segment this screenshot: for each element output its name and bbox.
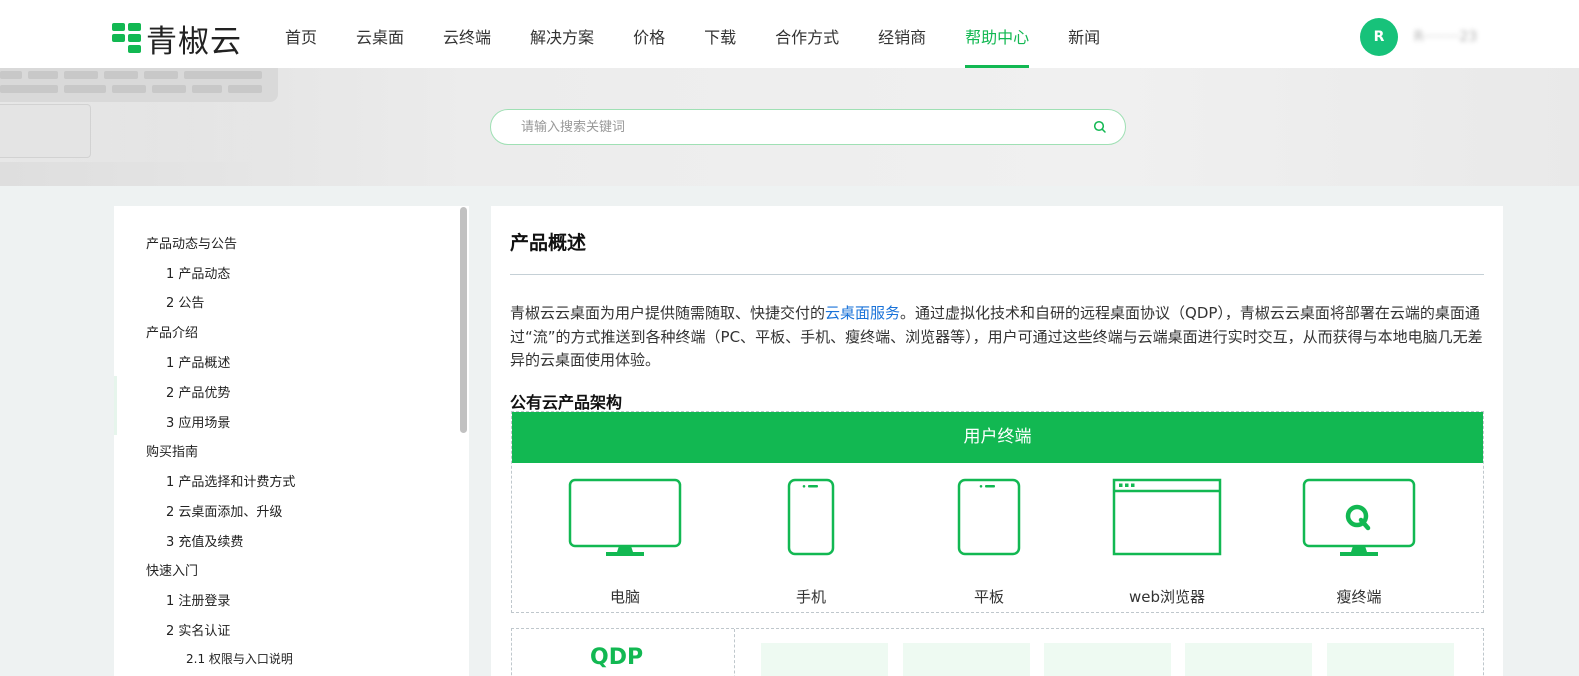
terminal-phone: 手机	[751, 478, 871, 606]
sidebar-item-quick-start[interactable]: 快速入门	[146, 560, 198, 579]
browser-window-icon	[1112, 478, 1222, 556]
sidebar-item-real-name-auth[interactable]: 2 实名认证	[166, 620, 230, 639]
cloud-desktop-service-link[interactable]: 云桌面服务	[825, 304, 900, 322]
sidebar-hover-marker	[114, 376, 117, 406]
module-block	[761, 643, 888, 676]
sidebar-item-product-advantages[interactable]: 2 产品优势	[166, 382, 230, 401]
sidebar-active-marker	[114, 405, 117, 435]
site-logo[interactable]: 青椒云	[112, 19, 242, 60]
user-terminal-header: 用户终端	[512, 412, 1483, 463]
terminal-tablet: 平板	[929, 478, 1049, 606]
sidebar-item-product-news-and-announcements[interactable]: 产品动态与公告	[146, 233, 237, 252]
module-block	[1327, 643, 1454, 676]
nav-help-center[interactable]: 帮助中心	[965, 8, 1030, 68]
section-title: 公有云产品架构	[510, 393, 623, 412]
sidebar-item-billing[interactable]: 1 产品选择和计费方式	[166, 471, 295, 490]
sidebar-item-use-cases[interactable]: 3 应用场景	[166, 412, 230, 431]
search-banner	[0, 68, 1579, 186]
sidebar-item-add-upgrade[interactable]: 2 云桌面添加、升级	[166, 501, 282, 520]
username[interactable]: R········23	[1414, 29, 1477, 45]
laptop-keyboard-image	[0, 68, 278, 102]
module-block	[1044, 643, 1171, 676]
logo-text: 青椒云	[146, 23, 242, 60]
qdp-label: QDP	[590, 645, 644, 670]
architecture-diagram: 用户终端 电脑 手机 平板 web浏览器 瘦终端	[511, 411, 1484, 613]
phone-icon	[787, 478, 835, 556]
terminal-label-web: web浏览器	[1128, 588, 1206, 606]
nav-news[interactable]: 新闻	[1068, 8, 1100, 68]
page-title: 产品概述	[510, 232, 587, 254]
nav-cloud-terminal[interactable]: 云终端	[443, 8, 491, 68]
terminal-web-browser: web浏览器	[1107, 478, 1227, 606]
sidebar-item-recharge[interactable]: 3 充值及续费	[166, 531, 243, 550]
sidebar-item-product-news[interactable]: 1 产品动态	[166, 263, 230, 282]
main-nav: 首页 云桌面 云终端 解决方案 价格 下载 合作方式 经销商 帮助中心 新闻	[285, 8, 1139, 68]
terminal-label-phone: 手机	[795, 588, 826, 606]
nav-dealers[interactable]: 经销商	[878, 8, 926, 68]
title-divider	[510, 274, 1484, 275]
sidebar-item-product-intro[interactable]: 产品介绍	[146, 322, 198, 341]
nav-download[interactable]: 下载	[704, 8, 736, 68]
sidebar-item-register-login[interactable]: 1 注册登录	[166, 590, 230, 609]
site-header: 青椒云 首页 云桌面 云终端 解决方案 价格 下载 合作方式 经销商 帮助中心 …	[0, 8, 1579, 69]
terminal-label-pc: 电脑	[609, 588, 640, 606]
search-icon[interactable]	[1093, 120, 1107, 134]
nav-cloud-desktop[interactable]: 云桌面	[356, 8, 404, 68]
terminal-thin-client: 瘦终端	[1299, 478, 1419, 606]
terminal-pc: 电脑	[565, 478, 685, 606]
sidebar-item-announcements[interactable]: 2 公告	[166, 292, 204, 311]
nav-solutions[interactable]: 解决方案	[530, 8, 594, 68]
thin-client-icon	[1302, 478, 1416, 556]
module-block	[903, 643, 1030, 676]
doc-sidebar: 产品动态与公告 1 产品动态 2 公告 产品介绍 1 产品概述 2 产品优势 3…	[114, 206, 469, 676]
doc-content: 产品概述 青椒云云桌面为用户提供随需随取、快捷交付的云桌面服务。通过虚拟化技术和…	[491, 206, 1503, 676]
nav-home[interactable]: 首页	[285, 8, 317, 68]
search-input[interactable]	[521, 110, 1081, 144]
sidebar-item-permissions[interactable]: 2.1 权限与入口说明	[186, 650, 293, 667]
architecture-diagram-protocol-layer: QDP	[511, 628, 1484, 676]
terminal-label-tablet: 平板	[973, 588, 1004, 606]
laptop-trackpad-image	[0, 104, 91, 158]
intro-paragraph: 青椒云云桌面为用户提供随需随取、快捷交付的云桌面服务。通过虚拟化技术和自研的远程…	[510, 302, 1484, 373]
terminal-label-thin-client: 瘦终端	[1336, 588, 1382, 606]
tablet-icon	[957, 478, 1021, 556]
nav-cooperation[interactable]: 合作方式	[775, 8, 839, 68]
module-block	[1185, 643, 1312, 676]
avatar[interactable]: R	[1360, 18, 1398, 56]
sidebar-item-purchase-guide[interactable]: 购买指南	[146, 441, 198, 460]
logo-grid-icon	[112, 23, 142, 53]
intro-text-start: 青椒云云桌面为用户提供随需随取、快捷交付的	[510, 304, 826, 322]
monitor-icon	[568, 478, 682, 556]
sidebar-scrollbar-thumb[interactable]	[460, 207, 467, 433]
sidebar-item-product-overview[interactable]: 1 产品概述	[166, 352, 230, 371]
search-box	[490, 109, 1126, 145]
nav-pricing[interactable]: 价格	[633, 8, 665, 68]
layer-divider	[734, 629, 736, 676]
